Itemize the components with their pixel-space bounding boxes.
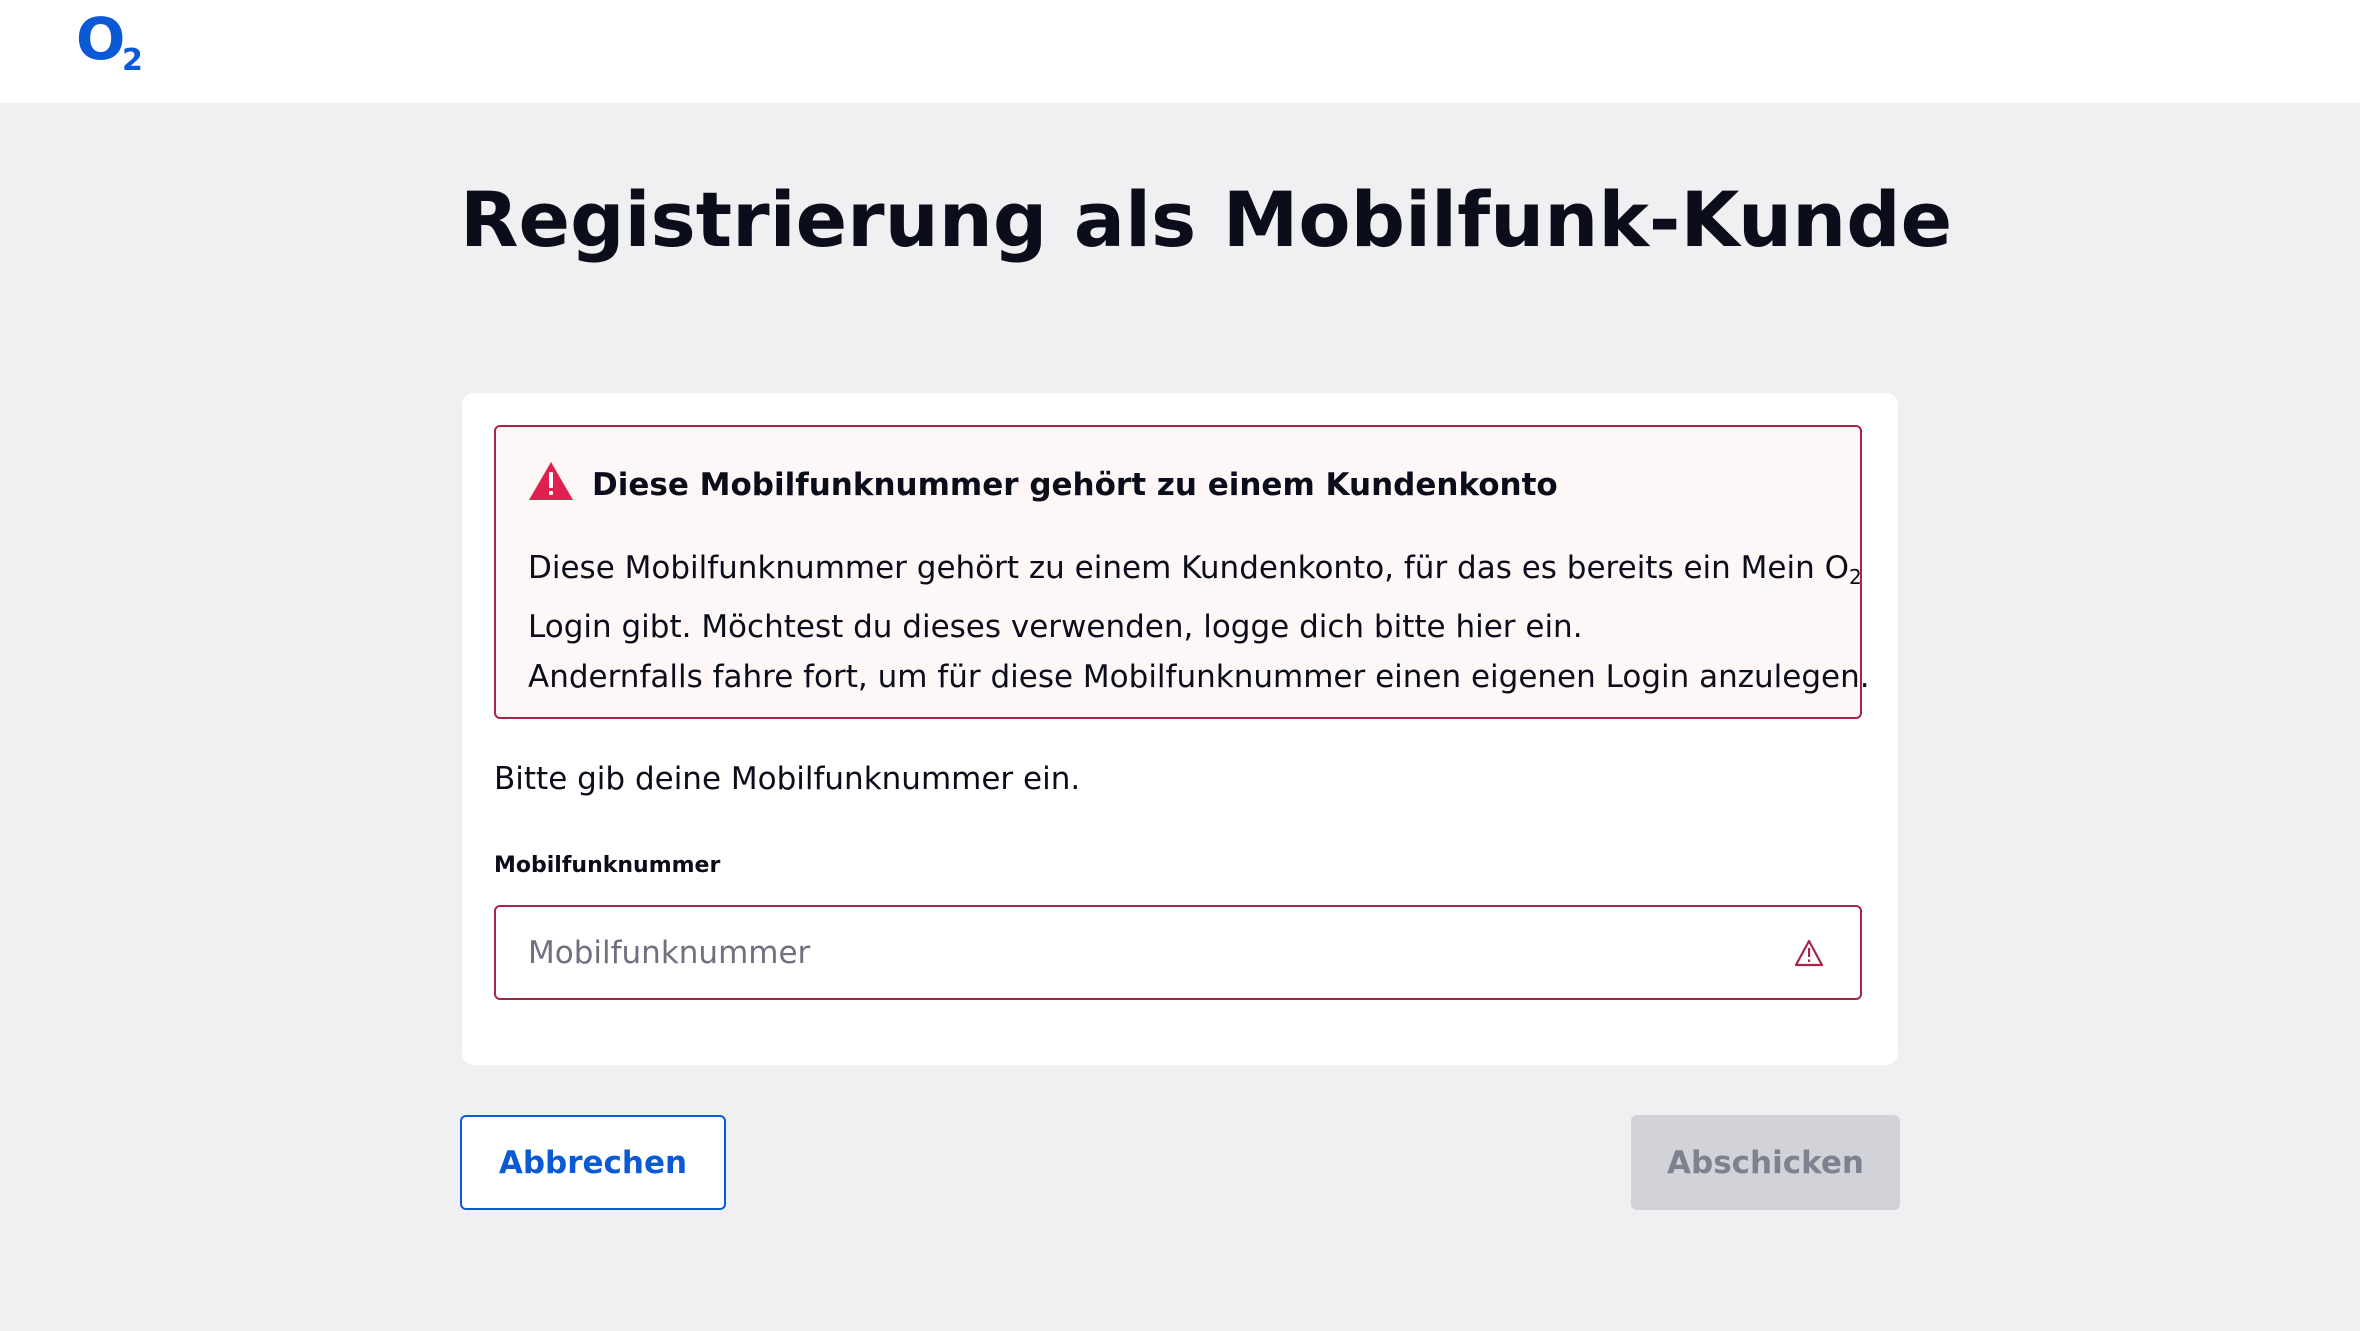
logo-subscript: 2 bbox=[122, 43, 143, 78]
submit-button[interactable]: Abschicken bbox=[1631, 1115, 1900, 1210]
alert-title: Diese Mobilfunknummer gehört zu einem Ku… bbox=[592, 467, 1558, 503]
warning-outline-icon bbox=[1794, 939, 1824, 967]
error-alert: Diese Mobilfunknummer gehört zu einem Ku… bbox=[494, 425, 1870, 719]
phone-input-wrapper bbox=[494, 905, 1862, 1000]
form-instruction: Bitte gib deine Mobilfunknummer ein. bbox=[494, 761, 1081, 797]
warning-triangle-icon bbox=[529, 462, 573, 500]
alert-line-3: Andernfalls fahre fort, um für diese Mob… bbox=[528, 659, 1870, 695]
phone-field-label: Mobilfunknummer bbox=[494, 853, 721, 878]
alert-body: Diese Mobilfunknummer gehört zu einem Ku… bbox=[528, 543, 1870, 702]
phone-input[interactable] bbox=[496, 907, 1756, 998]
o2-logo[interactable]: O 2 bbox=[76, 5, 156, 82]
alert-line-1-subscript: 2 bbox=[1848, 565, 1862, 589]
alert-line-1-text: Diese Mobilfunknummer gehört zu einem Ku… bbox=[528, 550, 1849, 586]
alert-line-2: Login gibt. Möchtest du dieses verwenden… bbox=[528, 609, 1583, 645]
cancel-button[interactable]: Abbrechen bbox=[460, 1115, 726, 1210]
registration-card: Diese Mobilfunknummer gehört zu einem Ku… bbox=[462, 393, 1898, 1065]
page-title: Registrierung als Mobilfunk-Kunde bbox=[460, 175, 1953, 264]
top-bar: O 2 bbox=[0, 0, 2360, 103]
alert-line-1: Diese Mobilfunknummer gehört zu einem Ku… bbox=[528, 543, 1862, 602]
logo-letter: O bbox=[76, 5, 126, 73]
